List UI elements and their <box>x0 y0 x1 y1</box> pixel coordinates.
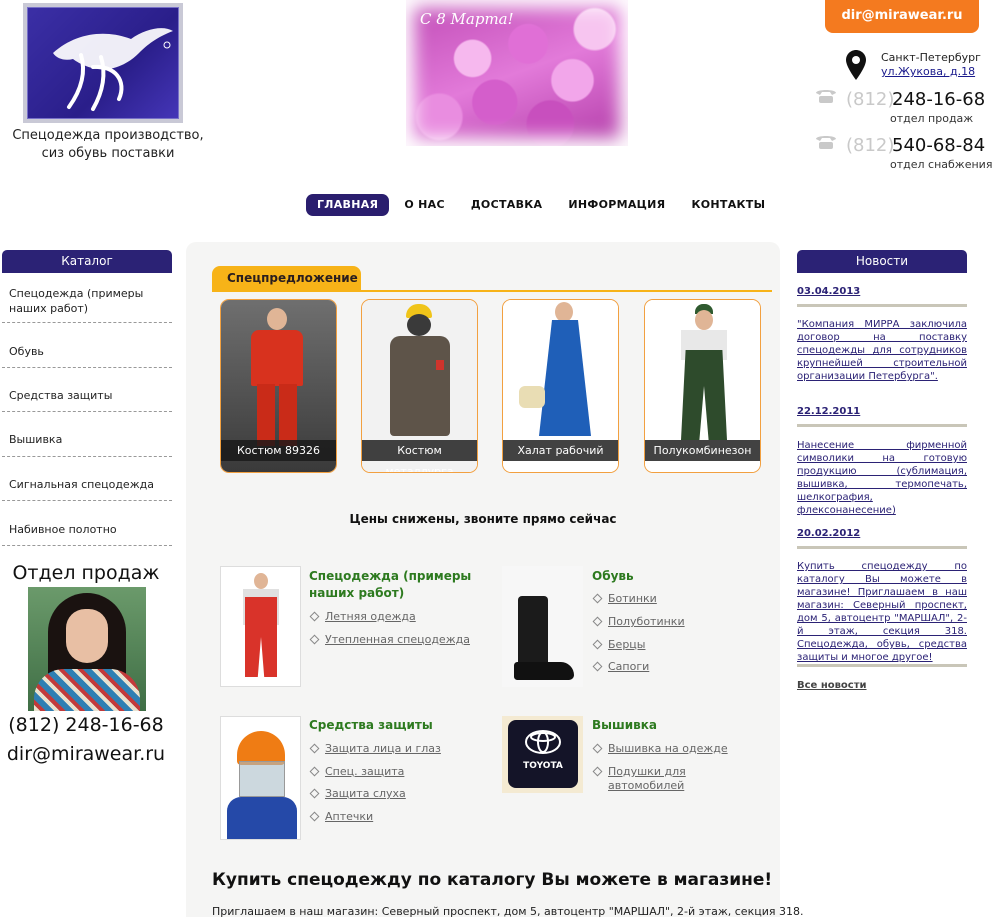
site-slogan: Спецодежда производство, сиз обувь поста… <box>12 128 204 161</box>
catalog-item-workwear[interactable]: Спецодежда (примеры наших работ) <box>9 286 171 316</box>
product-caption: Полукомбинезон <box>645 440 760 461</box>
nav-delivery[interactable]: ДОСТАВКА <box>460 194 554 216</box>
category-title-embroidery[interactable]: Вышивка <box>592 717 657 734</box>
divider <box>2 367 172 368</box>
divider <box>2 411 172 412</box>
address-city: Санкт-Петербург <box>881 51 981 64</box>
all-news-link[interactable]: Все новости <box>797 680 867 691</box>
divider <box>797 304 967 307</box>
category-link[interactable]: Спец. защита <box>325 765 404 779</box>
address-street-link[interactable]: ул.Жукова, д.18 <box>881 65 975 78</box>
category-link[interactable]: Летняя одежда <box>325 610 416 624</box>
news-date[interactable]: 20.02.2012 <box>797 528 860 539</box>
phone-number-supply[interactable]: 540-68-84 <box>892 135 985 156</box>
main-nav: ГЛАВНАЯ О НАС ДОСТАВКА ИНФОРМАЦИЯ КОНТАК… <box>306 194 780 216</box>
phone-dept-sales: отдел продаж <box>890 112 974 125</box>
news-text[interactable]: Нанесение фирменной символики на готовую… <box>797 439 967 517</box>
phone-icon <box>816 136 836 149</box>
march-8-banner: С 8 Марта! <box>406 0 628 146</box>
product-caption: Халат рабочий <box>503 440 618 461</box>
header-email-button[interactable]: dir@mirawear.ru <box>825 0 979 33</box>
product-card[interactable]: Костюм металлурга <box>361 299 478 473</box>
phone-code-sales: (812) <box>846 89 895 110</box>
site-logo[interactable] <box>23 3 183 123</box>
category-link[interactable]: Защита лица и глаз <box>325 742 441 756</box>
divider <box>2 500 172 501</box>
catalog-item-signal-wear[interactable]: Сигнальная спецодежда <box>9 477 171 492</box>
category-link[interactable]: Подушки для автомобилей <box>608 765 688 793</box>
sales-manager-photo <box>28 587 146 711</box>
prices-reduced-text: Цены снижены, звоните прямо сейчас <box>349 512 617 526</box>
nav-contacts[interactable]: КОНТАКТЫ <box>680 194 776 216</box>
category-image-shoes[interactable] <box>502 566 583 687</box>
sales-email: dir@mirawear.ru <box>6 743 166 765</box>
store-text: Приглашаем в наш магазин: Северный просп… <box>212 905 804 917</box>
dove-logo-icon <box>53 28 173 111</box>
phone-dept-supply: отдел снабжения <box>890 158 993 171</box>
catalog-item-fabric[interactable]: Набивное полотно <box>9 522 171 537</box>
nav-about[interactable]: О НАС <box>393 194 455 216</box>
phone-number-sales[interactable]: 248-16-68 <box>892 89 985 110</box>
sales-phone: (812) 248-16-68 <box>8 714 164 736</box>
divider <box>797 546 967 549</box>
category-link[interactable]: Аптечки <box>325 810 373 824</box>
news-date[interactable]: 22.12.2011 <box>797 406 860 417</box>
toyota-logo-icon <box>525 730 561 754</box>
divider <box>2 322 172 323</box>
nav-home[interactable]: ГЛАВНАЯ <box>306 194 390 216</box>
catalog-heading: Каталог <box>2 250 172 273</box>
product-card[interactable]: Полукомбинезон <box>644 299 761 473</box>
catalog-item-protection[interactable]: Средства защиты <box>9 388 171 403</box>
category-image-embroidery[interactable]: TOYOTA <box>502 716 583 793</box>
divider <box>797 424 967 427</box>
category-link[interactable]: Полуботинки <box>608 615 685 629</box>
sales-dept-title: Отдел продаж <box>12 562 160 584</box>
category-link[interactable]: Вышивка на одежде <box>608 742 728 756</box>
news-date[interactable]: 03.04.2013 <box>797 286 860 297</box>
category-link[interactable]: Сапоги <box>608 660 649 674</box>
divider <box>2 545 172 546</box>
product-caption: Костюм металлурга <box>362 440 477 472</box>
banner-text: С 8 Марта! <box>420 10 514 28</box>
category-link[interactable]: Берцы <box>608 638 645 652</box>
divider <box>797 664 967 667</box>
category-title-shoes[interactable]: Обувь <box>592 568 634 585</box>
category-title-workwear[interactable]: Спецодежда (примеры наших работ) <box>309 568 479 602</box>
product-card[interactable]: Костюм 89326 <box>220 299 337 473</box>
product-card[interactable]: Халат рабочий <box>502 299 619 473</box>
category-image-workwear[interactable] <box>220 566 301 687</box>
category-link[interactable]: Ботинки <box>608 592 657 606</box>
special-offer-underline <box>212 290 772 292</box>
category-image-protection[interactable] <box>220 716 301 840</box>
location-pin-icon <box>846 50 866 80</box>
phone-code-supply: (812) <box>846 135 895 156</box>
product-caption: Костюм 89326 <box>221 440 336 461</box>
phone-icon <box>816 90 836 103</box>
special-offer-tab: Спецпредложение <box>212 266 361 291</box>
category-title-protection[interactable]: Средства защиты <box>309 717 433 734</box>
pillow-text: TOYOTA <box>523 761 563 771</box>
category-link[interactable]: Защита слуха <box>325 787 406 801</box>
news-heading: Новости <box>797 250 967 273</box>
divider <box>2 456 172 457</box>
store-heading: Купить спецодежду по каталогу Вы можете … <box>212 870 773 890</box>
catalog-item-embroidery[interactable]: Вышивка <box>9 432 171 447</box>
category-link[interactable]: Утепленная спецодежда <box>325 633 470 647</box>
news-text[interactable]: Купить спецодежду по каталогу Вы можете … <box>797 560 967 664</box>
nav-info[interactable]: ИНФОРМАЦИЯ <box>557 194 676 216</box>
catalog-item-shoes[interactable]: Обувь <box>9 344 171 359</box>
news-text[interactable]: "Компания МИРРА заключила договор на пос… <box>797 318 967 383</box>
